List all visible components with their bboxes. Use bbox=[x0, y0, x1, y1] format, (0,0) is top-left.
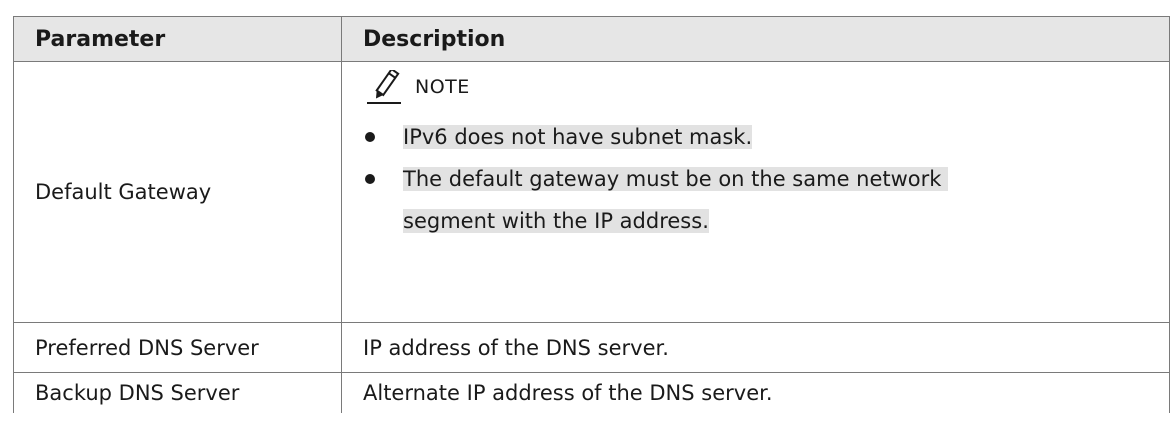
table-header-row: Parameter Description bbox=[13, 16, 1170, 62]
param-preferred-dns: Preferred DNS Server bbox=[13, 322, 342, 373]
list-item: The default gateway must be on the same … bbox=[363, 158, 1169, 242]
header-description: Description bbox=[341, 16, 1170, 62]
table-row: Default Gateway NOTE IPv6 does not have … bbox=[13, 61, 1170, 323]
table-row: Backup DNS Server Alternate IP address o… bbox=[13, 372, 1170, 413]
bullet-icon bbox=[365, 174, 375, 184]
param-backup-dns: Backup DNS Server bbox=[13, 372, 342, 413]
note-text: The default gateway must be on the same … bbox=[403, 167, 949, 191]
header-parameter: Parameter bbox=[13, 16, 342, 62]
parameter-table: Parameter Description Default Gateway NO… bbox=[13, 16, 1170, 413]
table-row: Preferred DNS Server IP address of the D… bbox=[13, 322, 1170, 373]
pencil-note-icon bbox=[367, 70, 401, 104]
list-item: IPv6 does not have subnet mask. bbox=[363, 116, 1169, 158]
note-list: IPv6 does not have subnet mask. The defa… bbox=[363, 116, 1169, 242]
note-text: IPv6 does not have subnet mask. bbox=[403, 125, 753, 149]
note-text-continued: segment with the IP address. bbox=[403, 209, 709, 233]
desc-default-gateway: NOTE IPv6 does not have subnet mask. The… bbox=[341, 61, 1170, 323]
desc-preferred-dns: IP address of the DNS server. bbox=[341, 322, 1170, 373]
note-header: NOTE bbox=[365, 68, 1169, 108]
note-label: NOTE bbox=[415, 76, 470, 98]
desc-backup-dns: Alternate IP address of the DNS server. bbox=[341, 372, 1170, 413]
param-default-gateway: Default Gateway bbox=[13, 61, 342, 323]
bullet-icon bbox=[365, 132, 375, 142]
